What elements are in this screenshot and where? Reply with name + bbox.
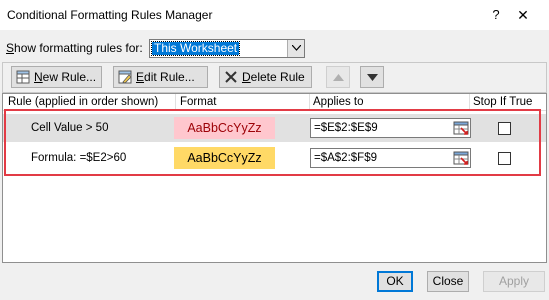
range-selector-icon[interactable] bbox=[453, 120, 469, 136]
rule-row[interactable]: Formula: =$E2>60 AaBbCcYyZz =$A$2:$F$9 bbox=[3, 144, 546, 172]
new-rule-icon bbox=[16, 70, 30, 84]
show-rules-label: Show formatting rules for: bbox=[6, 41, 143, 55]
show-rules-dropdown[interactable]: This Worksheet bbox=[149, 39, 305, 58]
edit-rule-button[interactable]: Edit Rule... bbox=[113, 66, 208, 88]
edit-rule-accel: E bbox=[136, 70, 145, 84]
rule-row[interactable]: Cell Value > 50 AaBbCcYyZz =$E$2:$E$9 bbox=[3, 114, 546, 142]
stop-if-true-checkbox[interactable] bbox=[498, 122, 511, 135]
header-stop-if-true: Stop If True bbox=[473, 96, 533, 108]
new-rule-label: ew Rule... bbox=[42, 70, 97, 84]
header-rule: Rule (applied in order shown) bbox=[8, 96, 159, 108]
edit-rule-label: dit Rule... bbox=[144, 70, 195, 84]
header-divider bbox=[469, 94, 470, 111]
applies-to-value: =$E$2:$E$9 bbox=[314, 122, 378, 134]
edit-rule-icon bbox=[118, 70, 132, 84]
rules-table: Rule (applied in order shown) Format App… bbox=[2, 93, 547, 263]
header-divider bbox=[309, 94, 310, 111]
move-down-button[interactable] bbox=[360, 66, 384, 88]
format-preview: AaBbCcYyZz bbox=[174, 147, 275, 169]
rules-toolbar: New Rule... Edit Rule... Delete Rule bbox=[2, 62, 547, 93]
show-rules-label-accel: S bbox=[6, 41, 15, 55]
close-button[interactable]: Close bbox=[427, 271, 469, 292]
applies-to-value: =$A$2:$F$9 bbox=[314, 152, 377, 164]
move-up-button[interactable] bbox=[326, 66, 350, 88]
triangle-down-icon bbox=[367, 74, 378, 81]
delete-rule-accel: D bbox=[242, 70, 251, 84]
dialog-title: Conditional Formatting Rules Manager bbox=[7, 8, 213, 22]
new-rule-accel: N bbox=[34, 70, 43, 84]
triangle-up-icon bbox=[333, 74, 344, 81]
applies-to-input[interactable]: =$E$2:$E$9 bbox=[310, 118, 471, 138]
rule-description: Cell Value > 50 bbox=[31, 122, 109, 134]
format-preview: AaBbCcYyZz bbox=[174, 117, 275, 139]
delete-rule-label: elete Rule bbox=[250, 70, 305, 84]
rules-table-header: Rule (applied in order shown) Format App… bbox=[3, 94, 546, 111]
header-divider bbox=[175, 94, 176, 111]
stop-if-true-checkbox[interactable] bbox=[498, 152, 511, 165]
rule-description: Formula: =$E2>60 bbox=[31, 152, 127, 164]
ok-button[interactable]: OK bbox=[377, 271, 413, 292]
show-rules-label-text: how formatting rules for: bbox=[14, 41, 143, 55]
applies-to-input[interactable]: =$A$2:$F$9 bbox=[310, 148, 471, 168]
delete-icon bbox=[225, 71, 237, 83]
apply-button[interactable]: Apply bbox=[483, 271, 545, 292]
header-applies-to: Applies to bbox=[313, 96, 364, 108]
chevron-down-icon[interactable] bbox=[287, 40, 304, 57]
header-format: Format bbox=[180, 96, 217, 108]
title-bar: Conditional Formatting Rules Manager ? ✕ bbox=[0, 0, 549, 30]
close-window-button[interactable]: ✕ bbox=[512, 5, 534, 25]
new-rule-button[interactable]: New Rule... bbox=[11, 66, 102, 88]
delete-rule-button[interactable]: Delete Rule bbox=[219, 66, 312, 88]
range-selector-icon[interactable] bbox=[453, 150, 469, 166]
show-rules-selected-value: This Worksheet bbox=[150, 41, 241, 56]
help-button[interactable]: ? bbox=[485, 5, 507, 25]
conditional-formatting-dialog: Conditional Formatting Rules Manager ? ✕… bbox=[0, 0, 549, 300]
